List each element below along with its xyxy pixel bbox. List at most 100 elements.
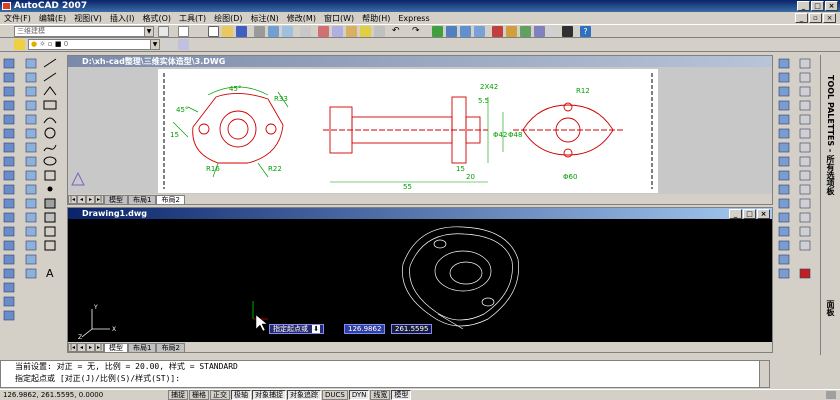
new-file-icon[interactable] [208, 26, 219, 37]
paste-icon[interactable] [346, 26, 357, 37]
zoom-previous-icon[interactable] [474, 26, 485, 37]
left-tool-icons[interactable]: A [0, 55, 66, 355]
menu-help[interactable]: 帮助(H) [362, 13, 390, 24]
prev-tab-button[interactable]: ◂ [77, 195, 86, 204]
drawing-window-3dwg[interactable]: D:\xh-cad整理\三维实体造型\3.DWG 45° 45° R33 R16… [67, 55, 773, 205]
workspace-settings-icon[interactable] [158, 26, 169, 37]
layer-manager-icon[interactable] [14, 39, 25, 50]
close-button[interactable]: × [825, 1, 838, 11]
dyn-toggle[interactable]: DYN [348, 390, 370, 400]
command-line[interactable]: 当前设置: 对正 = 无, 比例 = 20.00, 样式 = STANDARD … [0, 360, 770, 388]
design-center-icon[interactable] [506, 26, 517, 37]
doc-restore-button[interactable]: ▫ [809, 13, 822, 23]
menu-express[interactable]: Express [398, 14, 429, 23]
model-toggle[interactable]: 模型 [391, 390, 412, 400]
next-tab-button[interactable]: ▸ [86, 343, 95, 352]
menu-insert[interactable]: 插入(I) [110, 13, 135, 24]
layout-sheet[interactable]: 45° 45° R33 R16 R22 15 2X42 Φ42 Φ48 5.5 … [68, 67, 772, 195]
properties-icon[interactable] [178, 26, 189, 37]
tab-model[interactable]: 模型 [104, 195, 128, 204]
menu-file[interactable]: 文件(F) [4, 13, 31, 24]
publish-icon[interactable] [282, 26, 293, 37]
prev-tab-button[interactable]: ◂ [77, 343, 86, 352]
tab-layout1[interactable]: 布局1 [128, 195, 157, 204]
lineweight-toggle[interactable]: 线宽 [370, 390, 391, 400]
next-tab-button[interactable]: ▸ [86, 195, 95, 204]
doc-minimize-button[interactable]: _ [795, 13, 808, 23]
print-preview-icon[interactable] [268, 26, 279, 37]
zoom-window-icon[interactable] [460, 26, 471, 37]
command-history-line: 当前设置: 对正 = 无, 比例 = 20.00, 样式 = STANDARD [15, 362, 238, 371]
axis-x-label: X [112, 326, 116, 333]
3d-dwf-icon[interactable] [300, 26, 311, 37]
redo-icon[interactable]: ↷ [412, 26, 423, 37]
dim-20: 20 [466, 173, 475, 181]
make-layer-current-icon[interactable] [164, 39, 175, 50]
dim-r33: R33 [274, 95, 288, 103]
grid-toggle[interactable]: 栅格 [189, 390, 209, 400]
drawing-window-drawing1[interactable]: Drawing1.dwg _ □ × X Y Z 指定起点或 ⬇ 126.986… [67, 207, 773, 353]
dynamic-input-y[interactable]: 261.5595 [391, 324, 433, 334]
tab-layout2[interactable]: 布局2 [156, 343, 185, 352]
copy-icon[interactable] [332, 26, 343, 37]
menu-format[interactable]: 格式(O) [142, 13, 171, 24]
window-title: D:\xh-cad整理\三维实体造型\3.DWG [82, 57, 226, 66]
zoom-realtime-icon[interactable] [446, 26, 457, 37]
minimize-button[interactable]: _ [797, 1, 810, 11]
workspace-combo[interactable]: 三维建模 ▼ [14, 26, 154, 37]
dim-r22: R22 [268, 165, 282, 173]
block-editor-icon[interactable] [374, 26, 385, 37]
ducs-toggle[interactable]: DUCS [322, 390, 348, 400]
pan-icon[interactable] [432, 26, 443, 37]
tool-palettes-bar[interactable]: TOOL PALETTES - 所有选项板 面板 [820, 55, 840, 355]
first-tab-button[interactable]: |◂ [68, 195, 77, 204]
tool-palettes-icon[interactable] [520, 26, 531, 37]
otrack-toggle[interactable]: 对象追踪 [287, 390, 321, 400]
menu-dimension[interactable]: 标注(N) [251, 13, 279, 24]
coordinate-display[interactable]: 126.9862, 261.5595, 0.0000 [0, 391, 168, 399]
window-title-bar[interactable]: Drawing1.dwg _ □ × [68, 208, 772, 219]
down-arrow-icon[interactable]: ⬇ [312, 325, 321, 333]
tab-model[interactable]: 模型 [104, 343, 128, 352]
ortho-toggle[interactable]: 正交 [210, 390, 230, 400]
osnap-toggle[interactable]: 对象捕捉 [252, 390, 286, 400]
menu-draw[interactable]: 绘图(D) [214, 13, 242, 24]
last-tab-button[interactable]: ▸| [95, 195, 104, 204]
model-viewport[interactable]: X Y Z [68, 219, 772, 341]
markup-icon[interactable] [548, 26, 559, 37]
snap-toggle[interactable]: 捕捉 [168, 390, 188, 400]
save-icon[interactable] [236, 26, 247, 37]
tab-layout1[interactable]: 布局1 [128, 343, 157, 352]
first-tab-button[interactable]: |◂ [68, 343, 77, 352]
window-title-bar[interactable]: D:\xh-cad整理\三维实体造型\3.DWG [68, 56, 772, 67]
last-tab-button[interactable]: ▸| [95, 343, 104, 352]
open-folder-icon[interactable] [222, 26, 233, 37]
calculator-icon[interactable] [562, 26, 573, 37]
maximize-button[interactable]: □ [743, 209, 756, 219]
layer-combo[interactable]: ● ☼ ▫ ■ 0 ▼ [28, 39, 160, 50]
doc-close-button[interactable]: × [823, 13, 836, 23]
polar-toggle[interactable]: 极轴 [231, 390, 251, 400]
right-tool-icons[interactable] [776, 55, 820, 295]
tray-settings-icon[interactable] [826, 391, 836, 399]
minimize-button[interactable]: _ [729, 209, 742, 219]
menu-tools[interactable]: 工具(T) [179, 13, 206, 24]
menu-edit[interactable]: 编辑(E) [39, 13, 66, 24]
dynamic-prompt-label: 指定起点或 [273, 325, 308, 333]
menu-modify[interactable]: 修改(M) [287, 13, 316, 24]
cut-icon[interactable] [318, 26, 329, 37]
properties-palette-icon[interactable] [492, 26, 503, 37]
dynamic-input-x[interactable]: 126.9862 [344, 324, 386, 334]
close-button[interactable]: × [757, 209, 770, 219]
sheet-set-icon[interactable] [534, 26, 545, 37]
help-icon[interactable]: ? [580, 26, 591, 37]
layer-previous-icon[interactable] [178, 39, 189, 50]
maximize-button[interactable]: □ [811, 1, 824, 11]
command-scrollbar[interactable] [759, 361, 769, 387]
undo-icon[interactable]: ↶ [392, 26, 403, 37]
tab-layout2[interactable]: 布局2 [156, 195, 185, 204]
menu-view[interactable]: 视图(V) [74, 13, 102, 24]
print-icon[interactable] [254, 26, 265, 37]
match-properties-icon[interactable] [360, 26, 371, 37]
menu-window[interactable]: 窗口(W) [324, 13, 354, 24]
